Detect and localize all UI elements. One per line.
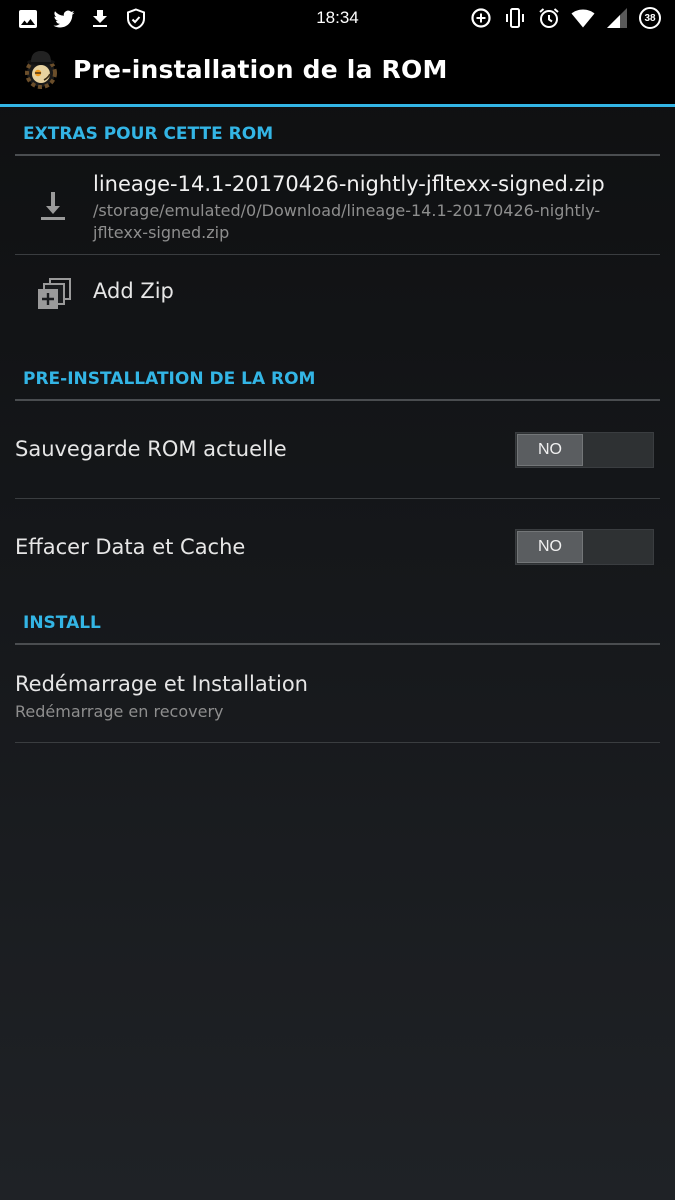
action-bar: Pre-installation de la ROM — [0, 36, 675, 107]
system-icons: 38 — [469, 6, 661, 30]
rom-manager-logo[interactable] — [20, 49, 62, 91]
signal-icon — [607, 8, 627, 28]
divider — [15, 742, 660, 743]
alarm-icon — [539, 8, 559, 28]
wipe-data-toggle[interactable]: NO — [515, 529, 654, 565]
add-zip-icon — [38, 278, 71, 309]
status-bar: 18:34 38 — [0, 0, 675, 36]
toggle-thumb: NO — [517, 531, 583, 563]
zip-filename: lineage-14.1-20170426-nightly-jfltexx-si… — [93, 172, 605, 196]
wipe-data-row[interactable]: Effacer Data et Cache NO — [0, 499, 675, 596]
add-zip-label: Add Zip — [93, 279, 174, 303]
section-title: PRE-INSTALLATION DE LA ROM — [23, 369, 316, 389]
section-header-extras: EXTRAS POUR CETTE ROM — [15, 116, 660, 156]
battery-icon: 38 — [639, 7, 661, 29]
add-zip-button[interactable]: Add Zip — [0, 255, 675, 351]
reboot-install-subtitle: Redémarrage en recovery — [15, 702, 224, 721]
backup-rom-toggle[interactable]: NO — [515, 432, 654, 468]
toggle-thumb: NO — [517, 434, 583, 466]
backup-rom-row[interactable]: Sauvegarde ROM actuelle NO — [0, 401, 675, 498]
zip-list-item[interactable]: lineage-14.1-20170426-nightly-jfltexx-si… — [0, 156, 675, 254]
download-icon — [41, 192, 65, 220]
reboot-install-title: Redémarrage et Installation — [15, 672, 308, 696]
zip-filepath: /storage/emulated/0/Download/lineage-14.… — [93, 201, 601, 242]
wifi-icon — [571, 9, 595, 28]
backup-rom-label: Sauvegarde ROM actuelle — [15, 437, 287, 461]
section-header-preinstall: PRE-INSTALLATION DE LA ROM — [15, 361, 660, 401]
data-saver-icon — [471, 8, 491, 28]
section-header-install: INSTALL — [15, 605, 660, 645]
section-title: EXTRAS POUR CETTE ROM — [23, 124, 274, 144]
reboot-install-item[interactable]: Redémarrage et Installation Redémarrage … — [0, 672, 675, 742]
section-title: INSTALL — [23, 613, 101, 633]
wipe-data-label: Effacer Data et Cache — [15, 535, 246, 559]
vibrate-icon — [506, 8, 524, 28]
page-title: Pre-installation de la ROM — [73, 55, 448, 84]
